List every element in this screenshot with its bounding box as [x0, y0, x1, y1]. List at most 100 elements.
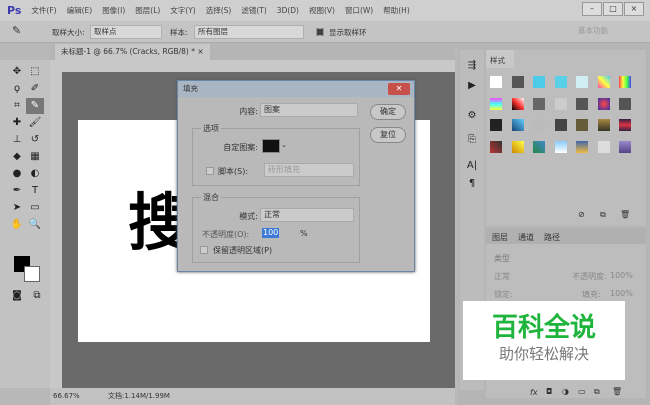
menu-layer[interactable]: 图层(L) — [135, 5, 160, 16]
dialog-close-button[interactable]: ✕ — [388, 83, 410, 95]
adjustment-icon[interactable]: ◑ — [562, 387, 569, 396]
style-swatch[interactable] — [619, 97, 631, 110]
style-swatch[interactable] — [554, 76, 567, 88]
style-swatch[interactable] — [490, 76, 502, 88]
character-icon[interactable]: A| — [463, 158, 481, 174]
sample-size-select[interactable]: 取样点 — [90, 25, 162, 39]
actions-play-icon[interactable]: ▶ — [463, 78, 481, 94]
pen-tool-icon[interactable]: ✒ — [8, 183, 26, 199]
menu-select[interactable]: 选择(S) — [206, 5, 232, 16]
quick-mask-icon[interactable]: ◙ — [8, 288, 26, 304]
style-swatch[interactable] — [490, 119, 502, 131]
tab-channels[interactable]: 通道 — [518, 232, 534, 243]
style-swatch[interactable] — [619, 76, 631, 88]
style-swatch[interactable] — [597, 76, 610, 88]
ok-button[interactable]: 确定 — [370, 104, 406, 120]
reset-button[interactable]: 复位 — [370, 127, 406, 143]
delete-style-icon[interactable]: 🗑 — [620, 210, 630, 219]
eyedropper-tool-icon[interactable]: ✎ — [26, 98, 44, 114]
gradient-tool-icon[interactable]: ▦ — [26, 149, 44, 165]
clear-style-icon[interactable]: ⊘ — [578, 210, 585, 219]
tab-paths[interactable]: 路径 — [544, 232, 560, 243]
style-swatch[interactable] — [597, 97, 610, 110]
hand-tool-icon[interactable]: ✋ — [8, 217, 26, 233]
menu-help[interactable]: 帮助(H) — [383, 5, 410, 16]
zoom-tool-icon[interactable]: 🔍 — [26, 217, 44, 233]
show-ring-checkbox[interactable] — [316, 28, 324, 36]
new-style-icon[interactable]: ⧉ — [600, 210, 606, 220]
menu-3d[interactable]: 3D(D) — [277, 6, 299, 15]
maximize-button[interactable]: □ — [603, 2, 623, 16]
group-folder-icon[interactable]: ▭ — [578, 387, 586, 396]
layer-filter-select[interactable]: 类型 — [494, 253, 510, 264]
pattern-picker[interactable] — [262, 139, 280, 153]
style-swatch[interactable] — [490, 140, 502, 153]
style-swatch[interactable] — [511, 119, 524, 131]
screen-mode-icon[interactable]: ⧉ — [28, 288, 46, 304]
style-swatch[interactable] — [576, 119, 588, 131]
chevron-down-icon[interactable]: ⌄ — [281, 141, 287, 149]
minimize-button[interactable]: – — [582, 2, 602, 16]
zoom-level[interactable]: 66.67% — [53, 388, 80, 405]
menu-filter[interactable]: 滤镜(T) — [241, 5, 266, 16]
sample-select[interactable]: 所有图层 — [194, 25, 304, 39]
style-swatch[interactable] — [533, 76, 545, 88]
close-button[interactable]: × — [624, 2, 644, 16]
fill-value[interactable]: 100% — [610, 289, 633, 298]
style-swatch[interactable] — [511, 76, 524, 88]
properties-icon[interactable]: ⚙ — [463, 108, 481, 124]
script-checkbox[interactable] — [206, 167, 214, 175]
menu-file[interactable]: 文件(F) — [31, 5, 56, 16]
menu-edit[interactable]: 编辑(E) — [67, 5, 93, 16]
menu-image[interactable]: 图像(I) — [102, 5, 125, 16]
eyedropper-icon[interactable]: ✎ — [12, 24, 21, 37]
content-select[interactable]: 图案 — [260, 103, 358, 117]
style-swatch[interactable] — [533, 140, 545, 153]
tab-close-icon[interactable]: × — [197, 47, 203, 56]
quick-select-tool-icon[interactable]: ✐ — [26, 81, 44, 97]
move-tool-icon[interactable]: ✥ — [8, 64, 26, 80]
paragraph-icon[interactable]: ¶ — [463, 176, 481, 192]
delete-layer-icon[interactable]: 🗑 — [612, 387, 622, 396]
preserve-transparency-checkbox[interactable] — [200, 246, 208, 254]
script-select[interactable]: 砖形填充 — [264, 163, 354, 177]
mode-select[interactable]: 正常 — [260, 208, 354, 222]
history-icon[interactable]: ⇶ — [463, 58, 481, 74]
opacity-input[interactable]: 100 — [262, 228, 280, 238]
shape-tool-icon[interactable]: ▭ — [26, 200, 44, 216]
style-swatch[interactable] — [554, 140, 567, 153]
type-tool-icon[interactable]: T — [26, 183, 44, 199]
menu-view[interactable]: 视图(V) — [309, 5, 335, 16]
style-swatch[interactable] — [533, 97, 545, 110]
style-swatch[interactable] — [576, 76, 588, 88]
style-swatch[interactable] — [597, 140, 610, 153]
crop-tool-icon[interactable]: ⌗ — [8, 98, 26, 114]
style-swatch[interactable] — [554, 119, 567, 131]
blur-tool-icon[interactable]: ● — [8, 166, 26, 182]
tab-layers[interactable]: 图层 — [492, 232, 508, 243]
mask-icon[interactable]: ◘ — [546, 387, 552, 396]
style-swatch[interactable] — [511, 140, 524, 153]
style-swatch[interactable] — [554, 97, 567, 110]
menu-type[interactable]: 文字(Y) — [170, 5, 195, 16]
marquee-tool-icon[interactable]: ⬚ — [26, 64, 44, 80]
workspace-select[interactable]: 基本功能 — [575, 25, 645, 39]
style-swatch[interactable] — [619, 119, 631, 131]
eraser-tool-icon[interactable]: ◆ — [8, 149, 26, 165]
background-color-swatch[interactable] — [24, 266, 40, 282]
style-swatch[interactable] — [597, 119, 610, 131]
history-brush-icon[interactable]: ↺ — [26, 132, 44, 148]
style-swatch[interactable] — [576, 97, 588, 110]
menu-window[interactable]: 窗口(W) — [345, 5, 373, 16]
style-swatch[interactable] — [511, 97, 524, 110]
healing-tool-icon[interactable]: ✚ — [8, 115, 26, 131]
stamp-tool-icon[interactable]: ⊥ — [8, 132, 26, 148]
brush-tool-icon[interactable]: 🖌 — [26, 115, 44, 131]
clone-source-icon[interactable]: ⎘ — [463, 132, 481, 148]
new-layer-icon[interactable]: ⧉ — [594, 387, 600, 397]
opacity-value[interactable]: 100% — [610, 271, 633, 280]
blend-mode-select[interactable]: 正常 — [494, 271, 510, 282]
document-tab[interactable]: 未标题-1 @ 66.7% (Cracks, RGB/8) * × — [55, 44, 210, 60]
style-swatch[interactable] — [490, 97, 502, 110]
styles-tab[interactable]: 样式 — [486, 50, 514, 68]
